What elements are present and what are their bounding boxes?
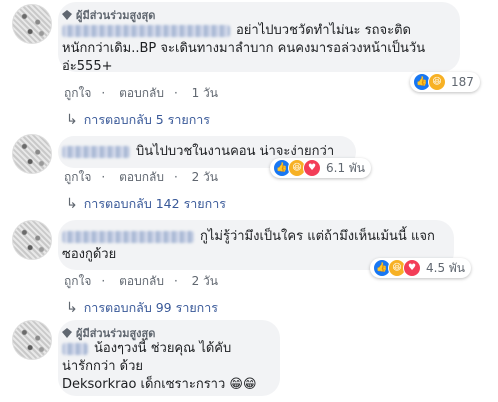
- love-icon: ♥: [403, 259, 421, 277]
- commenter-name[interactable]: [62, 145, 130, 158]
- reply-link[interactable]: ตอบกลับ: [119, 170, 164, 184]
- comment-actions: ถูกใจ · ตอบกลับ · 1 วัน: [64, 86, 218, 100]
- reaction-count: 187: [451, 75, 474, 89]
- reply-link[interactable]: ตอบกลับ: [119, 86, 164, 100]
- comment-text: น้องๆวงนี้ ช่วยคุณ ได้คับ น่ารักกว่า ด้ว…: [62, 341, 257, 392]
- reaction-summary[interactable]: 👍 😆 187: [410, 72, 480, 92]
- reply-link[interactable]: ตอบกลับ: [119, 274, 164, 288]
- reply-arrow-icon: ↳: [66, 112, 78, 128]
- reply-arrow-icon: ↳: [66, 196, 78, 212]
- comment-text: อย่าไปบวชวัดทำไม่นะ รถจะติด หนักกว่าเดิม…: [62, 23, 426, 74]
- reaction-summary[interactable]: 👍 😆 ♥ 6.1 พัน: [270, 158, 372, 178]
- reaction-count: 6.1 พัน: [326, 160, 366, 175]
- love-icon: ♥: [303, 159, 321, 177]
- comment-actions: ถูกใจ · ตอบกลับ · 2 วัน: [64, 170, 218, 184]
- commenter-name[interactable]: [62, 24, 230, 37]
- timestamp[interactable]: 2 วัน: [192, 170, 218, 184]
- view-replies-link[interactable]: ↳ การตอบกลับ 99 รายการ: [66, 298, 218, 318]
- avatar[interactable]: [12, 4, 52, 44]
- commenter-name[interactable]: [62, 230, 194, 243]
- diamond-icon: [62, 10, 72, 20]
- comment-actions: ถูกใจ · ตอบกลับ · 2 วัน: [64, 274, 218, 288]
- avatar[interactable]: [12, 220, 52, 260]
- like-link[interactable]: ถูกใจ: [64, 170, 91, 184]
- timestamp[interactable]: 1 วัน: [192, 86, 218, 100]
- haha-icon: 😆: [428, 73, 446, 91]
- like-link[interactable]: ถูกใจ: [64, 86, 91, 100]
- reaction-summary[interactable]: 👍 😆 ♥ 4.5 พัน: [370, 258, 472, 278]
- view-replies-link[interactable]: ↳ การตอบกลับ 5 รายการ: [66, 110, 210, 130]
- view-replies-link[interactable]: ↳ การตอบกลับ 142 รายการ: [66, 194, 226, 214]
- diamond-icon: [62, 328, 72, 338]
- timestamp[interactable]: 2 วัน: [192, 274, 218, 288]
- like-link[interactable]: ถูกใจ: [64, 274, 91, 288]
- reaction-count: 4.5 พัน: [426, 260, 466, 275]
- reply-arrow-icon: ↳: [66, 300, 78, 316]
- avatar[interactable]: [12, 134, 52, 174]
- avatar[interactable]: [12, 320, 52, 360]
- commenter-name[interactable]: [62, 342, 88, 355]
